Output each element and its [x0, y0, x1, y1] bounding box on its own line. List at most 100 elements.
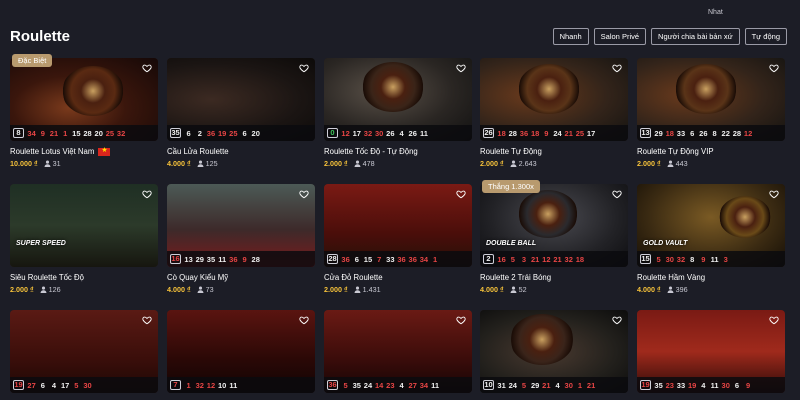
result-number: 26 — [699, 128, 708, 138]
game-card[interactable]: 0 12 17 32 30 26 4 26 11 Roulette Tốc Độ - Tự Độn… — [324, 58, 472, 168]
game-thumbnail[interactable]: SUPER SPEED — [10, 184, 158, 267]
game-title: Cửa Đỏ Roulette — [324, 273, 383, 282]
result-number: 21 — [564, 128, 573, 138]
game-thumbnail[interactable]: 26 18 28 36 18 9 24 21 25 17 — [480, 58, 628, 141]
result-number: 12 — [542, 254, 551, 264]
recent-results-strip: 16 13 29 35 11 36 9 28 — [167, 251, 315, 267]
favorite-heart-icon[interactable] — [769, 315, 779, 325]
min-bet: 4.000 ₫ — [167, 159, 191, 168]
result-number: 32 — [363, 128, 373, 138]
result-number: 36 — [327, 380, 338, 390]
result-number: 35 — [352, 380, 361, 390]
game-thumbnail[interactable]: GOLD VAULT 15 5 30 32 8 9 11 3 — [637, 184, 785, 267]
filter-button-native-dealer[interactable]: Người chia bài bản xứ — [651, 28, 740, 45]
favorite-heart-icon[interactable] — [769, 189, 779, 199]
favorite-heart-icon[interactable] — [142, 315, 152, 325]
result-number: 6 — [354, 254, 359, 264]
result-number: 29 — [195, 254, 204, 264]
game-thumbnail[interactable]: 19 35 23 33 19 4 11 30 6 9 — [637, 310, 785, 393]
game-meta: 2.000 ₫ 478 — [324, 159, 472, 168]
game-thumbnail[interactable]: 19 27 6 4 17 5 30 — [10, 310, 158, 393]
min-bet: 2.000 ₫ — [480, 159, 504, 168]
filter-button-auto[interactable]: Tự động — [744, 28, 787, 45]
recent-results-strip: 8 34 9 21 1 15 28 20 25 32 — [10, 125, 158, 141]
favorite-heart-icon[interactable] — [299, 315, 309, 325]
game-thumbnail[interactable]: 10 31 24 5 29 21 4 30 1 21 — [480, 310, 628, 393]
game-thumbnail[interactable]: 16 13 29 35 11 36 9 28 — [167, 184, 315, 267]
game-thumbnail[interactable]: 0 12 17 32 30 26 4 26 11 — [324, 58, 472, 141]
game-card[interactable]: Đặc Biệt 8 34 9 21 1 15 28 20 25 32 Roulette Lotus… — [10, 54, 158, 168]
result-number: 18 — [575, 254, 585, 264]
result-number: 17 — [586, 128, 596, 138]
filter-button-fast[interactable]: Nhanh — [552, 28, 589, 45]
result-number: 22 — [721, 128, 730, 138]
game-thumbnail[interactable]: 13 29 18 33 6 26 8 22 28 12 — [637, 58, 785, 141]
result-number: 28 — [251, 254, 260, 264]
result-number: 34 — [27, 128, 36, 138]
result-number: 36 — [341, 254, 350, 264]
player-count: 126 — [40, 285, 61, 294]
game-card[interactable]: 7 1 32 12 10 11 — [167, 310, 315, 393]
game-meta: 2.000 ₫ 443 — [637, 159, 785, 168]
game-title: Roulette 2 Trái Bóng — [480, 273, 552, 282]
favorite-heart-icon[interactable] — [612, 63, 622, 73]
game-card[interactable]: 28 36 6 15 7 33 36 36 34 1 Cửa Đỏ Roulette 2.000 ₫… — [324, 184, 472, 294]
recent-results-strip: 7 1 32 12 10 11 — [167, 377, 315, 393]
favorite-heart-icon[interactable] — [769, 63, 779, 73]
game-title: Roulette Lotus Việt Nam — [10, 146, 158, 156]
result-number: 23 — [665, 380, 674, 390]
favorite-heart-icon[interactable] — [456, 315, 466, 325]
game-card[interactable]: 26 18 28 36 18 9 24 21 25 17 Roulette Tự Động 2.00… — [480, 58, 628, 168]
game-card[interactable]: 19 27 6 4 17 5 30 — [10, 310, 158, 393]
game-card[interactable]: 16 13 29 35 11 36 9 28 Cò Quay Kiểu Mỹ 4.000 ₫ 7… — [167, 184, 315, 294]
game-card[interactable]: 35 6 2 36 19 25 6 20 Cầu Lửa Roulette 4.000 ₫ 12… — [167, 58, 315, 168]
game-card[interactable]: 36 5 35 24 14 23 4 27 34 11 — [324, 310, 472, 393]
result-number: 32 — [676, 254, 686, 264]
result-number: 2 — [483, 254, 494, 264]
game-thumbnail[interactable]: 8 34 9 21 1 15 28 20 25 32 — [10, 58, 158, 141]
result-number: 11 — [218, 254, 227, 264]
game-title: Cò Quay Kiểu Mỹ — [167, 273, 229, 282]
game-card[interactable]: SUPER SPEED Siêu Roulette Tốc Độ 2.000 ₫ … — [10, 184, 158, 294]
result-number: 33 — [676, 380, 686, 390]
favorite-heart-icon[interactable] — [456, 63, 466, 73]
game-title: Cầu Lửa Roulette — [167, 147, 229, 156]
game-thumbnail[interactable]: 36 5 35 24 14 23 4 27 34 11 — [324, 310, 472, 393]
roulette-wheel-image — [362, 62, 424, 112]
game-thumbnail[interactable]: 7 1 32 12 10 11 — [167, 310, 315, 393]
result-number: 7 — [377, 254, 382, 264]
promo-badge: Thắng 1.300x — [482, 180, 540, 193]
game-thumbnail[interactable]: 35 6 2 36 19 25 6 20 — [167, 58, 315, 141]
game-card[interactable]: GOLD VAULT 15 5 30 32 8 9 11 3 Roulette Hầm Vàng … — [637, 184, 785, 294]
user-icon — [197, 160, 204, 167]
roulette-wheel-image — [719, 196, 771, 238]
favorite-heart-icon[interactable] — [612, 315, 622, 325]
result-number: 15 — [363, 254, 373, 264]
game-card[interactable]: 10 31 24 5 29 21 4 30 1 21 — [480, 310, 628, 393]
favorite-heart-icon[interactable] — [299, 189, 309, 199]
player-count: 125 — [197, 159, 218, 168]
game-card[interactable]: 19 35 23 33 19 4 11 30 6 9 — [637, 310, 785, 393]
result-number: 18 — [530, 128, 540, 138]
game-thumbnail[interactable]: 28 36 6 15 7 33 36 36 34 1 — [324, 184, 472, 267]
favorite-heart-icon[interactable] — [299, 63, 309, 73]
result-number: 21 — [586, 380, 596, 390]
result-number: 8 — [13, 128, 24, 138]
user-icon — [40, 286, 47, 293]
favorite-heart-icon[interactable] — [612, 189, 622, 199]
user-name-label: Nhat — [708, 9, 723, 16]
favorite-heart-icon[interactable] — [142, 189, 152, 199]
recent-results-strip: 19 35 23 33 19 4 11 30 6 9 — [637, 377, 785, 393]
result-number: 24 — [363, 380, 373, 390]
player-count: 73 — [197, 285, 214, 294]
game-card[interactable]: Thắng 1.300x DOUBLE BALL 2 16 5 3 21 12 21 32 18 R… — [480, 180, 628, 294]
min-bet: 2.000 ₫ — [10, 285, 34, 294]
favorite-heart-icon[interactable] — [142, 63, 152, 73]
game-thumbnail[interactable]: DOUBLE BALL 2 16 5 3 21 12 21 32 18 — [480, 184, 628, 267]
filter-button-salon-prive[interactable]: Salon Privé — [593, 28, 647, 45]
result-number: 10 — [483, 380, 494, 390]
result-number: 29 — [530, 380, 540, 390]
vn-flag-icon — [98, 146, 111, 156]
game-card[interactable]: 13 29 18 33 6 26 8 22 28 12 Roulette Tự Động VIP 2… — [637, 58, 785, 168]
favorite-heart-icon[interactable] — [456, 189, 466, 199]
